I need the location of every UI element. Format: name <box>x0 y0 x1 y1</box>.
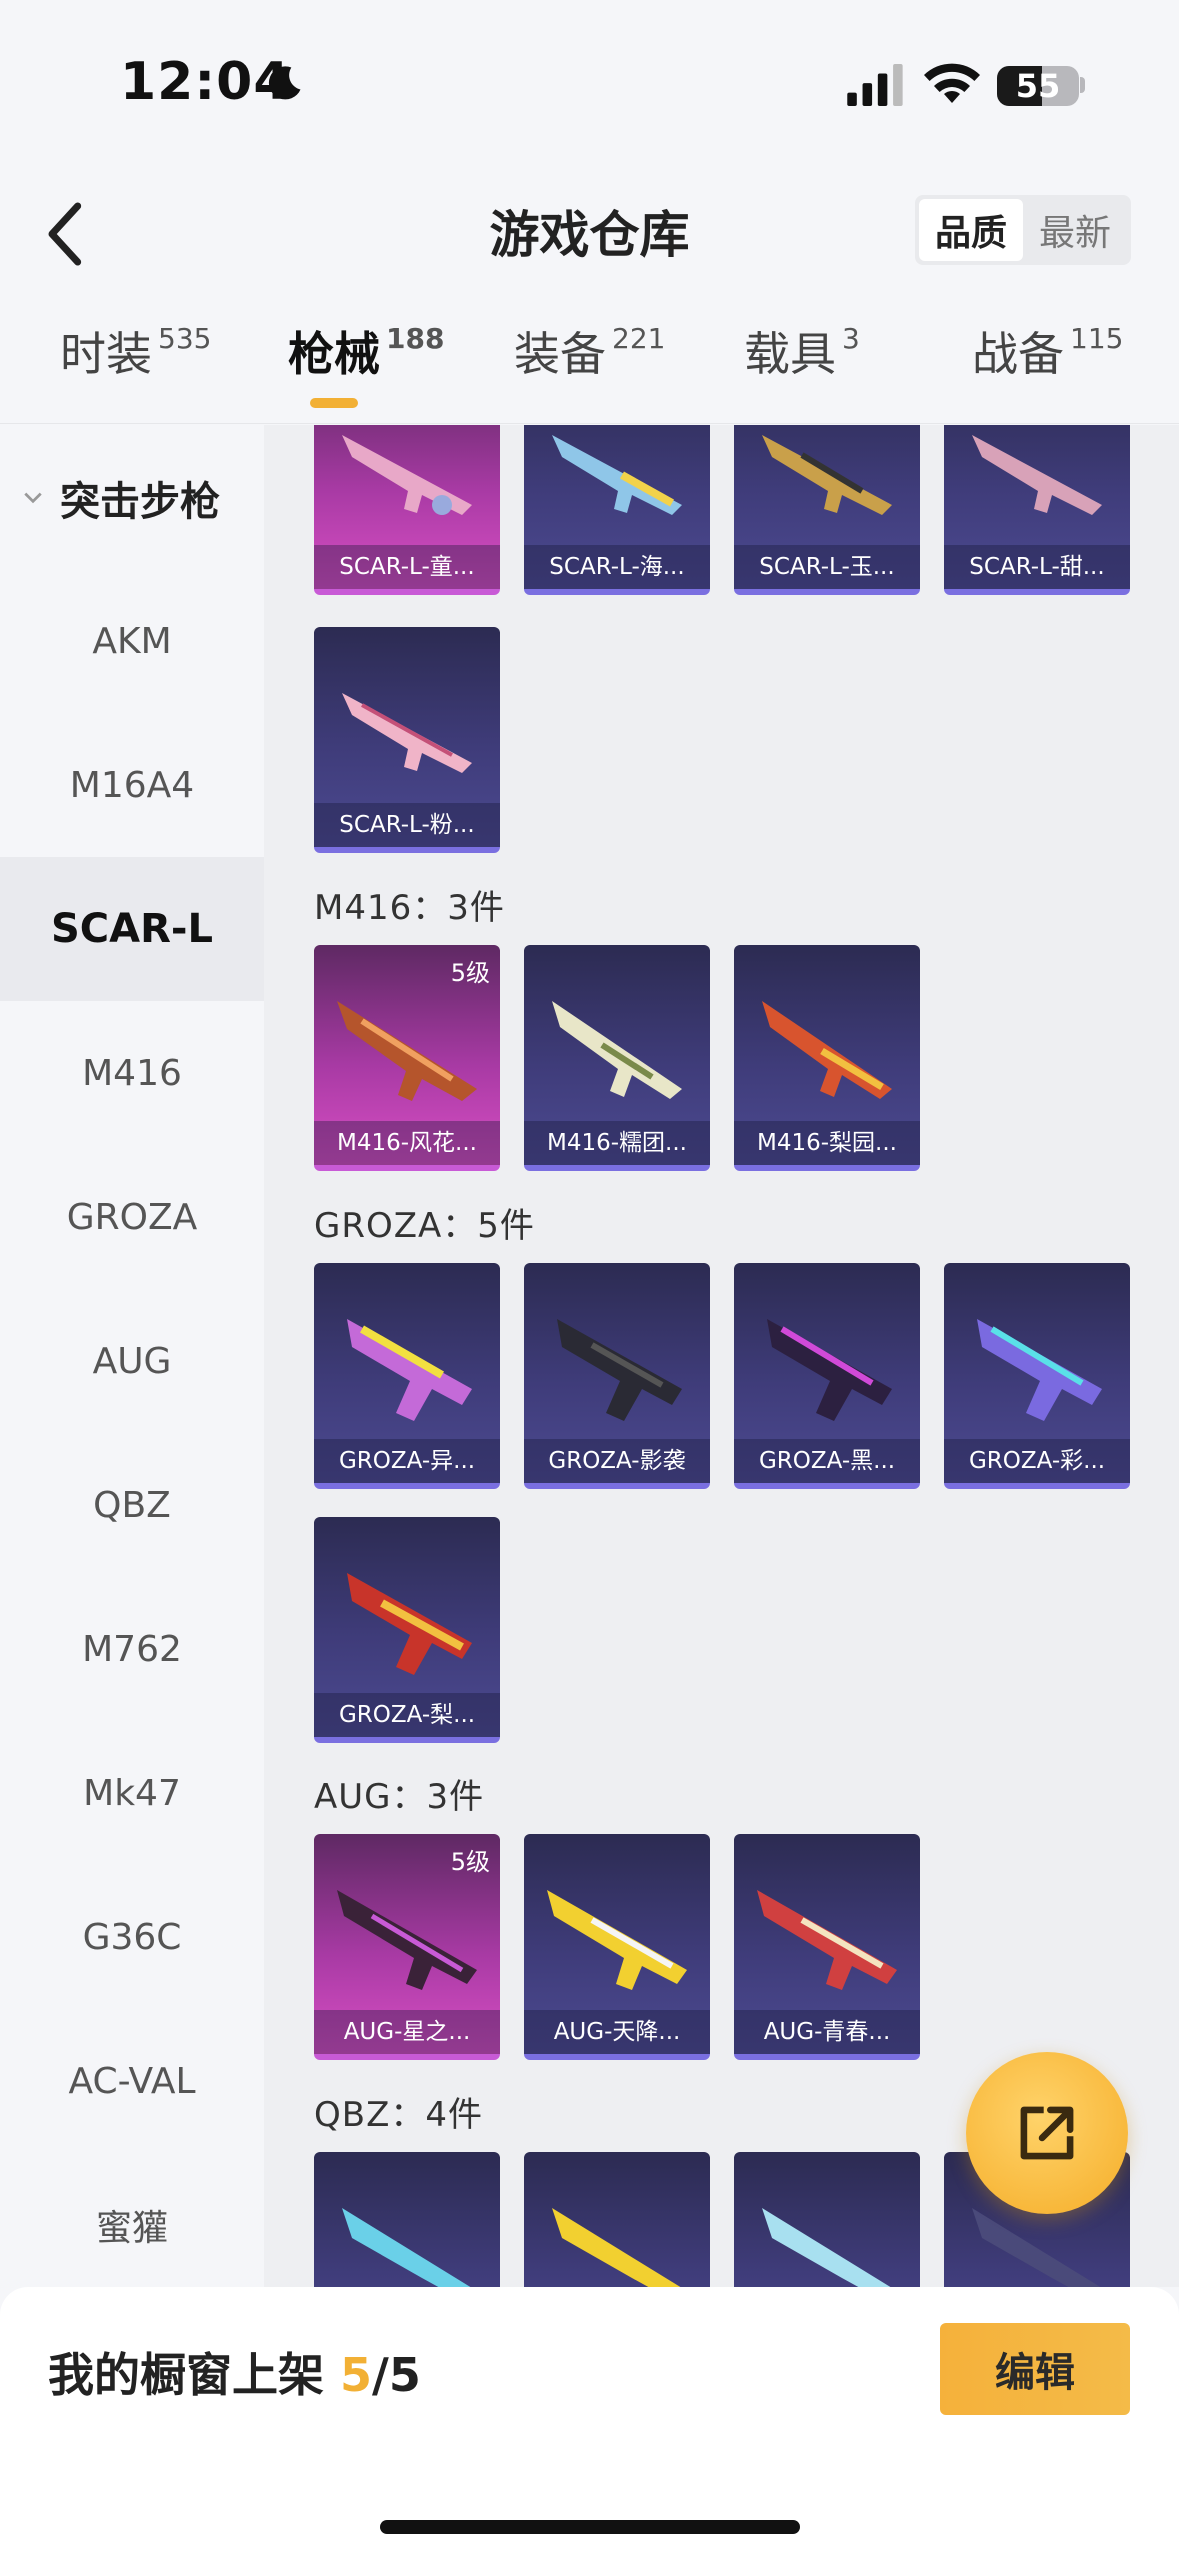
weapon-grid: SCAR-L-童... SCAR-L-海... SCAR-L-玉... SCAR… <box>264 425 1179 2287</box>
rifle-skin-image <box>552 2208 681 2287</box>
rifle-skin-image <box>767 1319 892 1421</box>
tab-firearms[interactable]: 枪械 188 <box>288 318 445 408</box>
weapon-card[interactable]: GROZA-异... <box>314 1263 500 1489</box>
rifle-skin-image <box>342 435 472 515</box>
rifle-skin-image <box>552 1001 682 1099</box>
rifle-skin-image <box>977 1319 1102 1421</box>
weapon-card[interactable]: GROZA-梨... <box>314 1517 500 1743</box>
rifle-skin-image <box>337 1001 477 1101</box>
sidebar-item-honey-badger[interactable]: 蜜獾 <box>0 2153 264 2287</box>
weapon-card[interactable] <box>734 2152 920 2287</box>
share-icon <box>1020 2106 1074 2160</box>
weapon-card[interactable]: AUG-青春... <box>734 1834 920 2060</box>
rifle-skin-image <box>757 1890 897 1990</box>
rifle-skin-image <box>347 1573 472 1675</box>
sidebar-item-m762[interactable]: M762 <box>0 1577 264 1721</box>
rifle-skin-image <box>342 693 472 773</box>
sidebar-item-ac-val[interactable]: AC-VAL <box>0 2009 264 2153</box>
moon-icon <box>268 66 301 100</box>
tab-equipment[interactable]: 装备 221 <box>514 318 665 384</box>
bottom-bar: 我的橱窗上架 5/5 编辑 <box>0 2287 1179 2556</box>
signal-icon <box>847 64 903 106</box>
sort-newest-button[interactable]: 最新 <box>1023 199 1127 261</box>
tab-count: 221 <box>612 322 666 355</box>
rifle-skin-image <box>342 2208 471 2287</box>
active-tab-indicator <box>310 398 358 408</box>
group-title-groza: GROZA：5件 <box>314 1206 535 1246</box>
weapon-card[interactable]: AUG-天降... <box>524 1834 710 2060</box>
share-button[interactable] <box>966 2052 1128 2214</box>
tab-fashion[interactable]: 时装 535 <box>60 318 211 384</box>
weapon-card[interactable]: SCAR-L-海... <box>524 425 710 595</box>
group-title-m416: M416：3件 <box>314 888 505 928</box>
sidebar-item-g36c[interactable]: G36C <box>0 1865 264 2009</box>
weapon-card[interactable]: M416-糯团... <box>524 945 710 1171</box>
rifle-skin-image <box>547 1890 687 1990</box>
chevron-down-icon <box>24 492 42 504</box>
sidebar-item-scar-l[interactable]: SCAR-L <box>0 857 264 1001</box>
weapon-card[interactable]: SCAR-L-玉... <box>734 425 920 595</box>
rifle-skin-image <box>337 1890 477 1990</box>
weapon-card[interactable] <box>524 2152 710 2287</box>
sort-quality-button[interactable]: 品质 <box>919 199 1023 261</box>
rifle-skin-image <box>972 435 1102 515</box>
shelf-used-count: 5 <box>340 2348 373 2402</box>
sidebar-item-m16a4[interactable]: M16A4 <box>0 713 264 857</box>
tab-count: 115 <box>1070 322 1124 355</box>
weapon-card[interactable]: SCAR-L-童... <box>314 425 500 595</box>
weapon-card[interactable]: GROZA-彩... <box>944 1263 1130 1489</box>
weapon-card[interactable]: GROZA-黑... <box>734 1263 920 1489</box>
weapon-card[interactable]: 5级 AUG-星之... <box>314 1834 500 2060</box>
category-assault-rifle[interactable]: 突击步枪 <box>0 453 264 543</box>
status-bar: 12:04 55 <box>0 0 1179 160</box>
tab-supplies[interactable]: 战备 115 <box>972 318 1123 384</box>
sidebar-item-m416[interactable]: M416 <box>0 1001 264 1145</box>
sidebar-item-akm[interactable]: AKM <box>0 569 264 713</box>
rifle-skin-image <box>762 435 892 515</box>
weapon-card[interactable]: M416-梨园... <box>734 945 920 1171</box>
group-title-aug: AUG：3件 <box>314 1777 485 1817</box>
weapon-card[interactable] <box>314 2152 500 2287</box>
rifle-skin-image <box>762 2208 891 2287</box>
weapon-card[interactable]: SCAR-L-甜... <box>944 425 1130 595</box>
tab-count: 535 <box>158 322 212 355</box>
weapon-card[interactable]: GROZA-影袭 <box>524 1263 710 1489</box>
home-indicator[interactable] <box>380 2520 800 2534</box>
weapon-card[interactable]: 5级 M416-风花... <box>314 945 500 1171</box>
category-tabs: 时装 535 枪械 188 装备 221 载具 3 战备 115 <box>0 318 1179 424</box>
nav-header: 游戏仓库 品质 最新 <box>0 175 1179 285</box>
battery-level: 55 <box>1015 67 1061 105</box>
edit-button[interactable]: 编辑 <box>940 2323 1130 2415</box>
battery-icon: 55 <box>997 66 1079 106</box>
sidebar-item-mk47[interactable]: Mk47 <box>0 1721 264 1865</box>
sidebar-item-groza[interactable]: GROZA <box>0 1145 264 1289</box>
tab-count: 188 <box>386 322 445 355</box>
showcase-status: 我的橱窗上架 5/5 <box>48 2348 421 2402</box>
weapon-sidebar: 突击步枪 AKM M16A4 SCAR-L M416 GROZA AUG QBZ… <box>0 425 264 2287</box>
group-title-qbz: QBZ：4件 <box>314 2095 484 2135</box>
rifle-skin-image <box>347 1319 472 1421</box>
rifle-skin-image <box>552 435 682 515</box>
sort-toggle: 品质 最新 <box>915 195 1131 265</box>
sidebar-item-qbz[interactable]: QBZ <box>0 1433 264 1577</box>
wifi-icon <box>924 63 980 103</box>
shelf-total-count: /5 <box>372 2348 421 2402</box>
sidebar-item-aug[interactable]: AUG <box>0 1289 264 1433</box>
tab-vehicles[interactable]: 载具 3 <box>744 318 860 384</box>
tab-count: 3 <box>842 322 860 355</box>
weapon-card[interactable]: SCAR-L-粉... <box>314 627 500 853</box>
rifle-skin-image <box>557 1319 682 1421</box>
rifle-skin-image <box>762 1001 892 1099</box>
